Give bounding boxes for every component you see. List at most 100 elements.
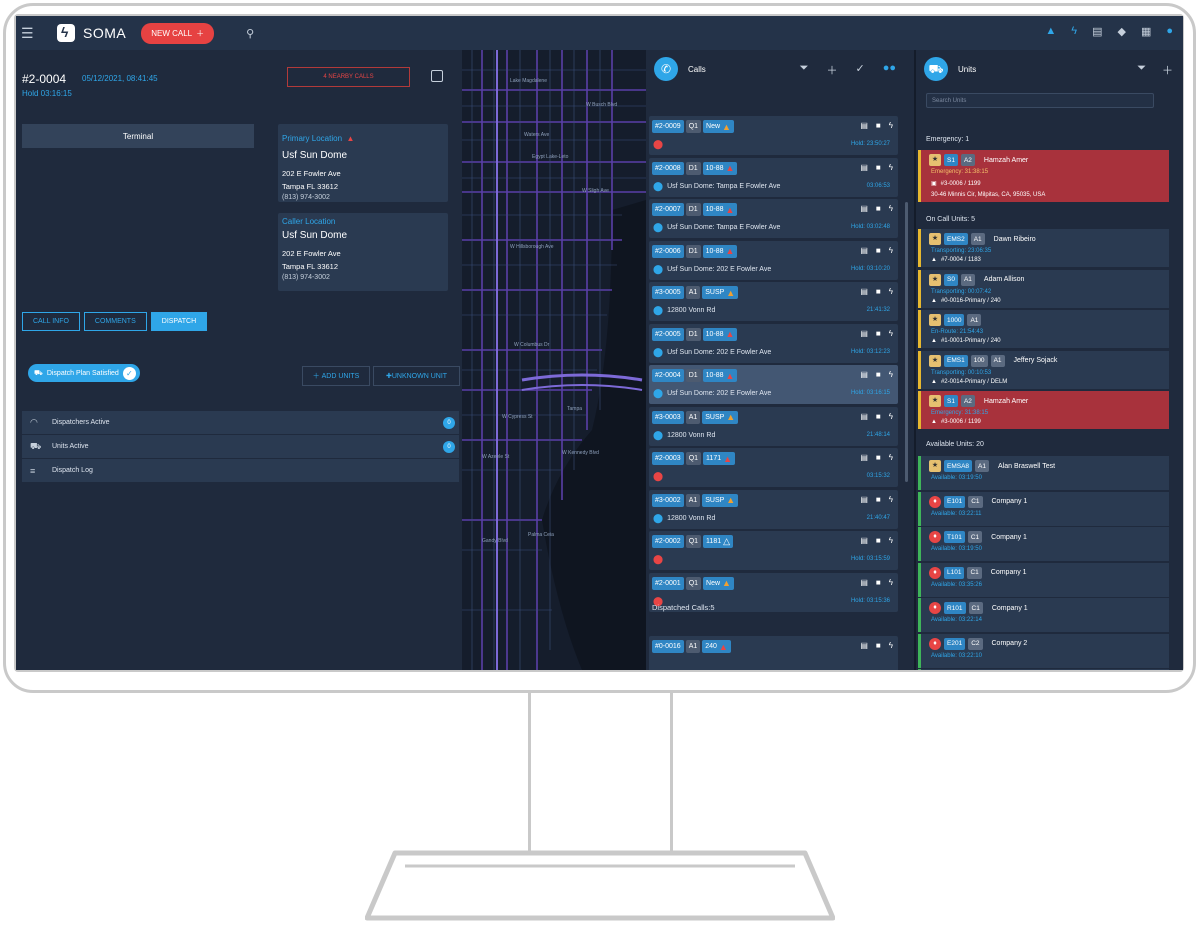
- square-icon[interactable]: ■: [876, 287, 881, 296]
- list-icon[interactable]: ▤: [860, 246, 868, 255]
- terminal-button[interactable]: Terminal: [22, 124, 254, 148]
- add-units-button[interactable]: ＋ ADD UNITS: [302, 366, 370, 386]
- lightning-icon[interactable]: ϟ: [889, 453, 893, 462]
- new-call-button[interactable]: NEW CALL ＋: [141, 22, 215, 44]
- available-unit-card[interactable]: ♦ E201 C2 Company 2 Available: 03:22:10: [918, 633, 1169, 668]
- type-label: 1171: [706, 455, 722, 462]
- lightning-icon[interactable]: ϟ: [889, 329, 893, 338]
- navigation-icon[interactable]: ▲: [1045, 25, 1056, 38]
- emergency-unit-card[interactable]: ★ S1 A2 Hamzah Amer Emergency: 31:38:15 ▣ #3-0…: [918, 150, 1169, 202]
- available-unit-card[interactable]: ★ EMSA8 A1 Alan Braswell Test Available: 03:…: [918, 456, 1169, 490]
- square-icon[interactable]: ■: [876, 370, 881, 379]
- on-call-unit-card[interactable]: ★ EMS2 A1 Dawn Ribeiro Transporting: 23:06:3…: [918, 229, 1169, 267]
- unit-code-badge: E101: [944, 495, 966, 508]
- call-card[interactable]: #2-0003 Q1 1171 ▲ ▤ ■ ϟ ⬤ 03:15:32: [649, 448, 898, 487]
- square-icon[interactable]: ■: [876, 453, 881, 462]
- call-card[interactable]: #2-0008 D1 10-88 ▲ ▤ ■ ϟ ⬤ Usf Sun Dome: Tampa …: [649, 157, 898, 197]
- list-icon[interactable]: ▤: [860, 121, 868, 130]
- call-card[interactable]: #2-0005 D1 10-88 ▲ ▤ ■ ϟ ⬤ Usf Sun Dome: 202 E …: [649, 323, 898, 363]
- filter-icon[interactable]: ⏷: [800, 62, 809, 78]
- list-icon[interactable]: ▤: [860, 163, 868, 172]
- list-icon[interactable]: ▤: [860, 641, 868, 650]
- check-icon[interactable]: ✓: [855, 62, 864, 78]
- list-icon[interactable]: ▤: [860, 412, 868, 421]
- list-icon[interactable]: ▤: [860, 536, 868, 545]
- lightning-icon[interactable]: ϟ: [889, 536, 893, 545]
- search-units-input[interactable]: Search Units: [926, 93, 1154, 108]
- lightning-icon[interactable]: ϟ: [889, 412, 893, 421]
- unknown-unit-button[interactable]: ✚ UNKNOWN UNIT: [373, 366, 460, 386]
- lightning-icon[interactable]: ϟ: [1071, 25, 1077, 38]
- call-card[interactable]: #3-0002 A1 SUSP ▲ ▤ ■ ϟ ⬤ 12800 Vonn Rd 21:40:47: [649, 489, 898, 529]
- available-unit-card[interactable]: ♦ E101 C1 Company 1 Available: 03:22:11: [918, 491, 1169, 526]
- call-card[interactable]: #2-0007 D1 10-88 ▲ ▤ ■ ϟ ⬤ Usf Sun Dome: Tampa …: [649, 199, 898, 238]
- dispatch-log-row[interactable]: ≡ Dispatch Log: [22, 459, 459, 482]
- square-icon[interactable]: ■: [876, 329, 881, 338]
- square-icon[interactable]: ■: [876, 163, 881, 172]
- tab-dispatch[interactable]: DISPATCH: [150, 312, 208, 331]
- lightning-icon[interactable]: ϟ: [889, 246, 893, 255]
- call-card[interactable]: #2-0006 D1 10-88 ▲ ▤ ■ ϟ ⬤ Usf Sun Dome: 202 E …: [649, 240, 898, 280]
- list-icon[interactable]: ▤: [860, 329, 868, 338]
- lightning-icon[interactable]: ϟ: [889, 370, 893, 379]
- call-card[interactable]: #2-0004 D1 10-88 ▲ ▤ ■ ϟ ⬤ Usf Sun Dome: 202 E …: [649, 365, 898, 404]
- list-icon[interactable]: ▤: [860, 370, 868, 379]
- calls-scrollbar[interactable]: [905, 202, 908, 482]
- on-call-unit-card[interactable]: ★ S1 A2 Hamzah Amer Emergency: 31:38:15 ▲ #3-0…: [918, 391, 1169, 429]
- call-card[interactable]: #3-0003 A1 SUSP ▲ ▤ ■ ϟ ⬤ 12800 Vonn Rd 21:48:14: [649, 406, 898, 446]
- unit-code-badge: S1: [944, 154, 958, 166]
- square-icon[interactable]: ■: [876, 578, 881, 587]
- tab-call-info[interactable]: CALL INFO: [22, 312, 80, 331]
- list-icon[interactable]: ▤: [860, 204, 868, 213]
- call-card[interactable]: #2-0002 Q1 1181 △ ▤ ■ ϟ ⬤ Hold: 03:15:59: [649, 531, 898, 570]
- units-active-row[interactable]: ⛟ Units Active 0: [22, 435, 459, 458]
- dispatchers-active-row[interactable]: ◠ Dispatchers Active 0: [22, 411, 459, 434]
- chat-icon[interactable]: ▤: [1092, 25, 1102, 38]
- map-view[interactable]: Waters Ave Egypt Lake-Leto W Sligh Ave W…: [462, 50, 646, 670]
- group-icon[interactable]: ●●: [883, 62, 896, 78]
- available-unit-card[interactable]: ♦ L101 C1 Company 1 Available: 03:35:26: [918, 562, 1169, 597]
- square-icon[interactable]: ■: [876, 204, 881, 213]
- dispatched-call-card[interactable]: #0-0016 A1 240 ▲ ▤ ■ ϟ: [649, 636, 898, 670]
- square-icon[interactable]: ■: [876, 536, 881, 545]
- square-icon[interactable]: ■: [876, 246, 881, 255]
- add-icon[interactable]: ＋: [826, 62, 837, 78]
- square-icon[interactable]: ■: [876, 641, 881, 650]
- lightning-icon[interactable]: ϟ: [889, 578, 893, 587]
- unit-name: Hamzah Amer: [983, 156, 1029, 164]
- square-icon[interactable]: ■: [876, 495, 881, 504]
- call-card[interactable]: #2-0009 Q1 New ▲ ▤ ■ ϟ ⬤ Hold: 23:50:27: [649, 116, 898, 155]
- collapse-panel-icon[interactable]: [431, 70, 443, 82]
- available-unit-card[interactable]: ♦ R101 C1 Company 1 Available: 03:22:14: [918, 598, 1169, 632]
- lightning-icon[interactable]: ϟ: [889, 163, 893, 172]
- on-call-unit-card[interactable]: ★ 1000 A1 En-Route: 21:54:43 ▲ #1-0001-Primar…: [918, 310, 1169, 348]
- nearby-calls-button[interactable]: 4 NEARBY CALLS: [287, 67, 410, 87]
- menu-icon[interactable]: ☰: [21, 25, 37, 42]
- bell-icon[interactable]: ◆: [1117, 25, 1125, 38]
- lightning-icon[interactable]: ϟ: [889, 204, 893, 213]
- on-call-unit-card[interactable]: ★ S0 A1 Adam Allison Transporting: 00:07:42 ▲…: [918, 269, 1169, 308]
- search-icon[interactable]: ⚲: [246, 27, 254, 40]
- lightning-icon[interactable]: ϟ: [889, 641, 893, 650]
- priority-pill: A1: [685, 286, 701, 299]
- add-icon[interactable]: ＋: [1162, 62, 1173, 78]
- available-unit-card[interactable]: ♦T201C2Company 2: [918, 669, 1169, 670]
- on-call-unit-card[interactable]: ★ EMS1 100 A1 Jeffery Sojack Transporting: 00…: [918, 350, 1169, 389]
- tab-comments[interactable]: COMMENTS: [83, 312, 147, 331]
- call-card[interactable]: #3-0005 A1 SUSP ▲ ▤ ■ ϟ ⬤ 12800 Vonn Rd 21:41:32: [649, 282, 898, 321]
- apps-grid-icon[interactable]: ▦: [1141, 25, 1151, 38]
- lightning-icon[interactable]: ϟ: [889, 287, 893, 296]
- user-account-icon[interactable]: ●: [1166, 25, 1173, 38]
- list-icon[interactable]: ▤: [860, 495, 868, 504]
- filter-icon[interactable]: ⏷: [1137, 62, 1146, 78]
- square-icon[interactable]: ■: [876, 121, 881, 130]
- list-icon[interactable]: ▤: [860, 578, 868, 587]
- lightning-icon[interactable]: ϟ: [889, 495, 893, 504]
- list-icon[interactable]: ▤: [860, 453, 868, 462]
- type-label: SUSP: [705, 413, 725, 421]
- call-timer: Hold: 03:15:36: [850, 597, 890, 604]
- available-unit-card[interactable]: ♦ T101 C1 Company 1 Available: 03:19:50: [918, 527, 1169, 561]
- square-icon[interactable]: ■: [876, 412, 881, 421]
- list-icon[interactable]: ▤: [860, 287, 868, 296]
- lightning-icon[interactable]: ϟ: [889, 121, 893, 130]
